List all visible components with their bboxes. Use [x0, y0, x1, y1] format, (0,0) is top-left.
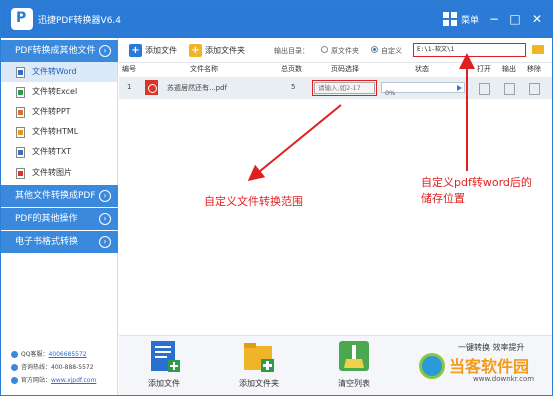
range-annotation: 自定义文件转换范围 [204, 195, 303, 208]
broom-icon [338, 340, 370, 374]
bottom-add-folder-button[interactable]: 添加文件夹 [224, 340, 294, 389]
range-arrow [247, 104, 342, 182]
bottom-add-file-label: 添加文件 [148, 379, 180, 388]
path-annotation-line1: 自定义pdf转word后的 [421, 176, 532, 189]
watermark-url: www.downkr.com [473, 375, 535, 383]
watermark-text: 当客软件园 [449, 357, 530, 376]
app-window: P 迅捷PDF转换器V6.4 菜单 − □ ✕ PDF转换成其他文件 › 文件转… [0, 0, 553, 396]
clear-list-label: 清空列表 [338, 379, 370, 388]
add-file-icon [148, 340, 180, 374]
add-folder-icon [243, 340, 275, 374]
path-annotation-line2: 储存位置 [421, 192, 465, 205]
watermark-logo-icon [419, 353, 445, 379]
bottom-add-file-button[interactable]: 添加文件 [129, 340, 199, 389]
clear-list-button[interactable]: 清空列表 [319, 340, 389, 389]
bottom-add-folder-label: 添加文件夹 [239, 379, 279, 388]
slogan: 一键转换 效率提升 [458, 343, 525, 352]
